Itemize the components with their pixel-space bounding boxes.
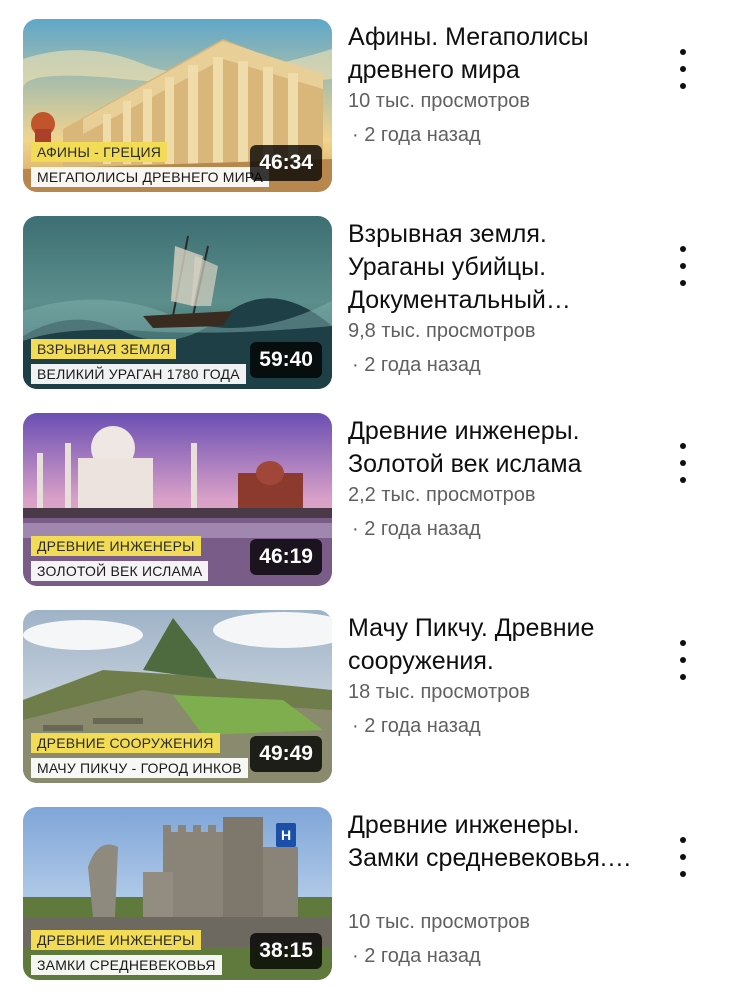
channel-logo-badge: H (276, 823, 296, 847)
upload-age: · 2 года назад (352, 354, 481, 376)
thumbnail-episode-label: ЗАМКИ СРЕДНЕВЕКОВЬЯ (31, 955, 222, 975)
thumbnail-series-label: ДРЕВНИЕ ИНЖЕНЕРЫ (31, 930, 201, 950)
view-count: 9,8 тыс. просмотров (348, 320, 536, 342)
video-thumbnail[interactable]: H ДРЕВНИЕ ИНЖЕНЕРЫ ЗАМКИ СРЕДНЕВЕКОВЬЯ 3… (23, 807, 332, 980)
view-count: 10 тыс. просмотров (348, 911, 530, 933)
thumbnail-series-label: ДРЕВНИЕ ИНЖЕНЕРЫ (31, 536, 201, 556)
video-thumbnail[interactable]: ДРЕВНИЕ СООРУЖЕНИЯ МАЧУ ПИКЧУ - ГОРОД ИН… (23, 610, 332, 783)
more-vertical-icon[interactable] (670, 246, 696, 286)
thumbnail-series-label: ДРЕВНИЕ СООРУЖЕНИЯ (31, 733, 220, 753)
video-item[interactable]: ДРЕВНИЕ СООРУЖЕНИЯ МАЧУ ПИКЧУ - ГОРОД ИН… (0, 610, 753, 790)
thumbnail-episode-label: ЗОЛОТОЙ ВЕК ИСЛАМА (31, 561, 209, 581)
thumbnail-episode-label: МЕГАПОЛИСЫ ДРЕВНЕГО МИРА (31, 167, 270, 187)
duration-badge: 59:40 (250, 342, 322, 378)
view-count: 10 тыс. просмотров (348, 90, 530, 112)
video-item[interactable]: H ДРЕВНИЕ ИНЖЕНЕРЫ ЗАМКИ СРЕДНЕВЕКОВЬЯ 3… (0, 807, 753, 987)
video-title[interactable]: Древние инженеры. Замки средневековья.… (348, 809, 633, 875)
view-count: 18 тыс. просмотров (348, 681, 530, 703)
upload-age: · 2 года назад (352, 945, 481, 967)
more-vertical-icon[interactable] (670, 49, 696, 89)
video-title[interactable]: Древние инженеры. Золотой век ислама (348, 415, 633, 481)
video-item[interactable]: ДРЕВНИЕ ИНЖЕНЕРЫ ЗОЛОТОЙ ВЕК ИСЛАМА 46:1… (0, 413, 753, 593)
video-thumbnail[interactable]: АФИНЫ - ГРЕЦИЯ МЕГАПОЛИСЫ ДРЕВНЕГО МИРА … (23, 19, 332, 192)
video-title[interactable]: Взрывная земля. Ураганы убийцы. Документ… (348, 218, 633, 317)
thumbnail-episode-label: МАЧУ ПИКЧУ - ГОРОД ИНКОВ (31, 758, 248, 778)
video-thumbnail[interactable]: ВЗРЫВНАЯ ЗЕМЛЯ ВЕЛИКИЙ УРАГАН 1780 ГОДА … (23, 216, 332, 389)
more-vertical-icon[interactable] (670, 640, 696, 680)
duration-badge: 46:19 (250, 539, 322, 575)
video-title[interactable]: Мачу Пикчу. Древние сооружения. (348, 612, 633, 678)
view-count: 2,2 тыс. просмотров (348, 484, 536, 506)
upload-age: · 2 года назад (352, 518, 481, 540)
thumbnail-series-label: ВЗРЫВНАЯ ЗЕМЛЯ (31, 339, 177, 359)
video-title[interactable]: Афины. Мегаполисы древнего мира (348, 21, 633, 87)
video-thumbnail[interactable]: ДРЕВНИЕ ИНЖЕНЕРЫ ЗОЛОТОЙ ВЕК ИСЛАМА 46:1… (23, 413, 332, 586)
upload-age: · 2 года назад (352, 715, 481, 737)
more-vertical-icon[interactable] (670, 443, 696, 483)
video-item[interactable]: АФИНЫ - ГРЕЦИЯ МЕГАПОЛИСЫ ДРЕВНЕГО МИРА … (0, 19, 753, 199)
thumbnail-series-label: АФИНЫ - ГРЕЦИЯ (31, 142, 168, 162)
more-vertical-icon[interactable] (670, 837, 696, 877)
upload-age: · 2 года назад (352, 124, 481, 146)
duration-badge: 46:34 (250, 145, 322, 181)
thumbnail-episode-label: ВЕЛИКИЙ УРАГАН 1780 ГОДА (31, 364, 246, 384)
duration-badge: 38:15 (250, 933, 322, 969)
video-item[interactable]: ВЗРЫВНАЯ ЗЕМЛЯ ВЕЛИКИЙ УРАГАН 1780 ГОДА … (0, 216, 753, 396)
duration-badge: 49:49 (250, 736, 322, 772)
